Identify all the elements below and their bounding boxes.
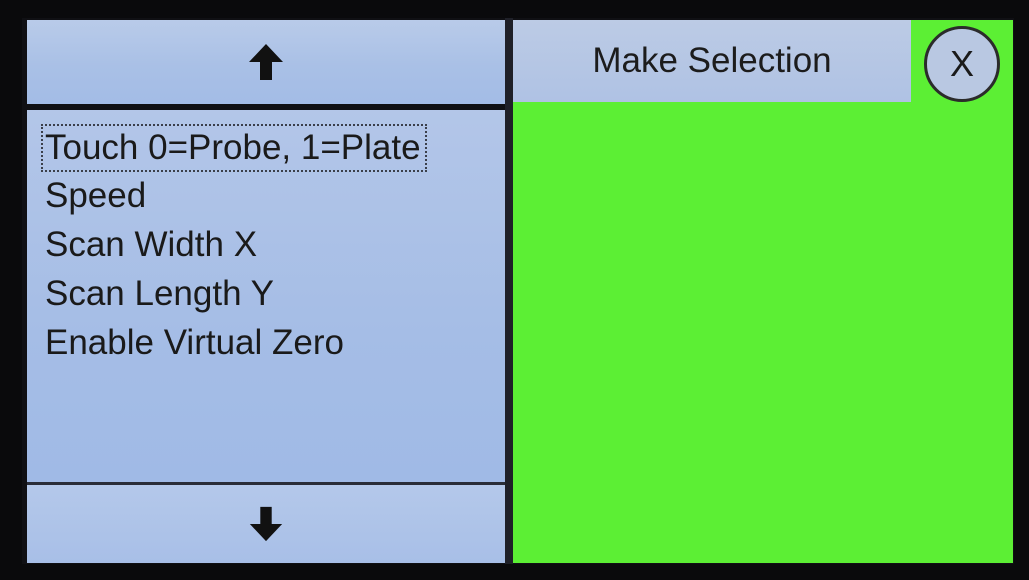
close-button[interactable]: X xyxy=(924,26,1000,102)
menu-item-scan-length-y[interactable]: Scan Length Y xyxy=(45,272,274,316)
menu-item-enable-virtual-zero[interactable]: Enable Virtual Zero xyxy=(45,321,344,365)
menu-item-scan-width-x[interactable]: Scan Width X xyxy=(45,223,257,267)
close-icon: X xyxy=(949,43,974,84)
scroll-up-button[interactable] xyxy=(27,20,505,104)
arrow-down-icon xyxy=(247,505,285,543)
arrow-up-icon xyxy=(246,42,286,82)
menu-item-speed[interactable]: Speed xyxy=(45,174,146,218)
make-selection-button[interactable]: Make Selection xyxy=(513,20,911,102)
touchscreen-display: Touch 0=Probe, 1=Plate Speed Scan Width … xyxy=(22,18,1014,564)
vertical-divider xyxy=(505,18,513,564)
menu-list[interactable]: Touch 0=Probe, 1=Plate Speed Scan Width … xyxy=(27,110,505,486)
menu-item-touch[interactable]: Touch 0=Probe, 1=Plate xyxy=(41,124,427,172)
scroll-down-button[interactable] xyxy=(27,485,505,563)
